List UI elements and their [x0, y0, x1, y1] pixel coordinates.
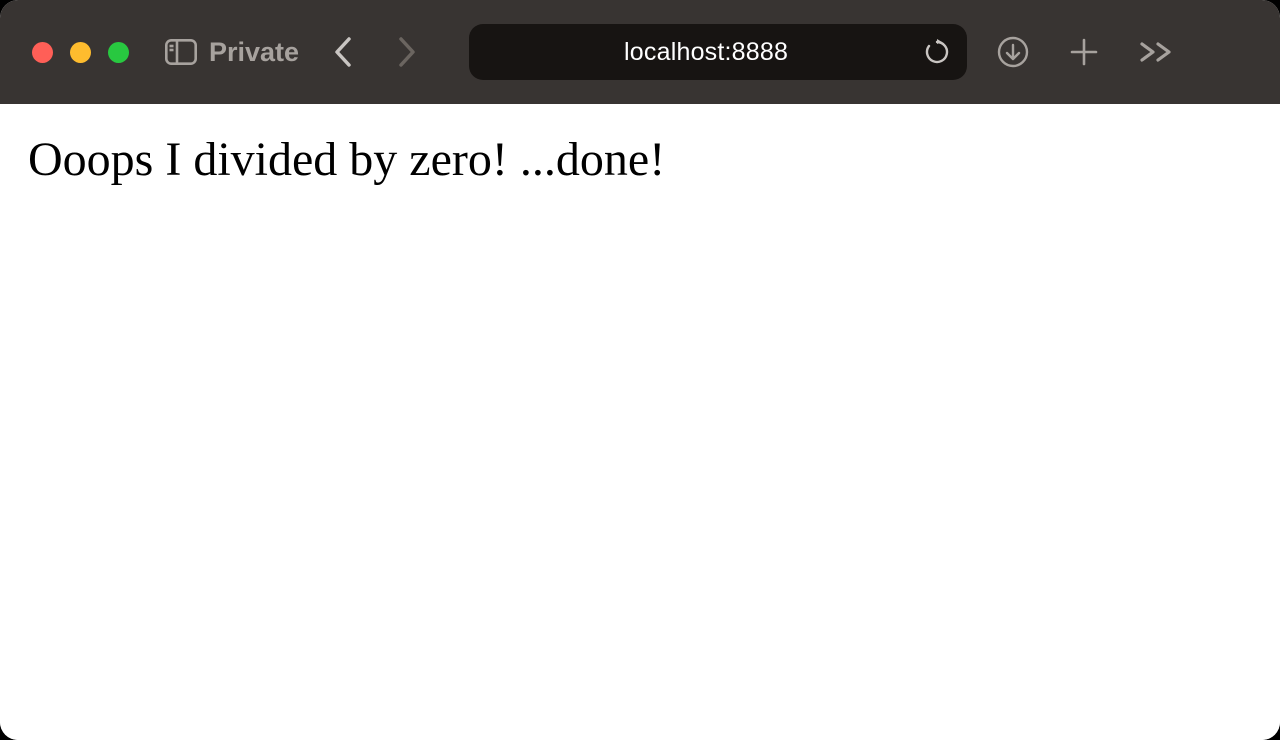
browser-toolbar: Private localhost:8888: [0, 0, 1280, 104]
back-button[interactable]: [329, 32, 357, 72]
minimize-window-button[interactable]: [70, 42, 91, 63]
window-controls: [32, 42, 129, 63]
reload-icon[interactable]: [925, 39, 949, 65]
close-window-button[interactable]: [32, 42, 53, 63]
downloads-button[interactable]: [997, 36, 1029, 68]
sidebar-toggle-icon: [165, 39, 197, 65]
private-mode-indicator[interactable]: Private: [165, 37, 299, 68]
page-content: Ooops I divided by zero! ...done!: [0, 104, 1280, 740]
toolbar-right-icons: [997, 36, 1175, 68]
browser-window: Private localhost:8888: [0, 0, 1280, 740]
forward-button: [393, 32, 421, 72]
address-bar[interactable]: localhost:8888: [469, 24, 967, 80]
navigation-buttons: [329, 32, 421, 72]
fullscreen-window-button[interactable]: [108, 42, 129, 63]
show-more-button[interactable]: [1139, 41, 1175, 63]
page-body-text: Ooops I divided by zero! ...done!: [28, 134, 1252, 187]
private-label: Private: [209, 37, 299, 68]
address-text: localhost:8888: [487, 38, 925, 67]
new-tab-button[interactable]: [1069, 37, 1099, 67]
